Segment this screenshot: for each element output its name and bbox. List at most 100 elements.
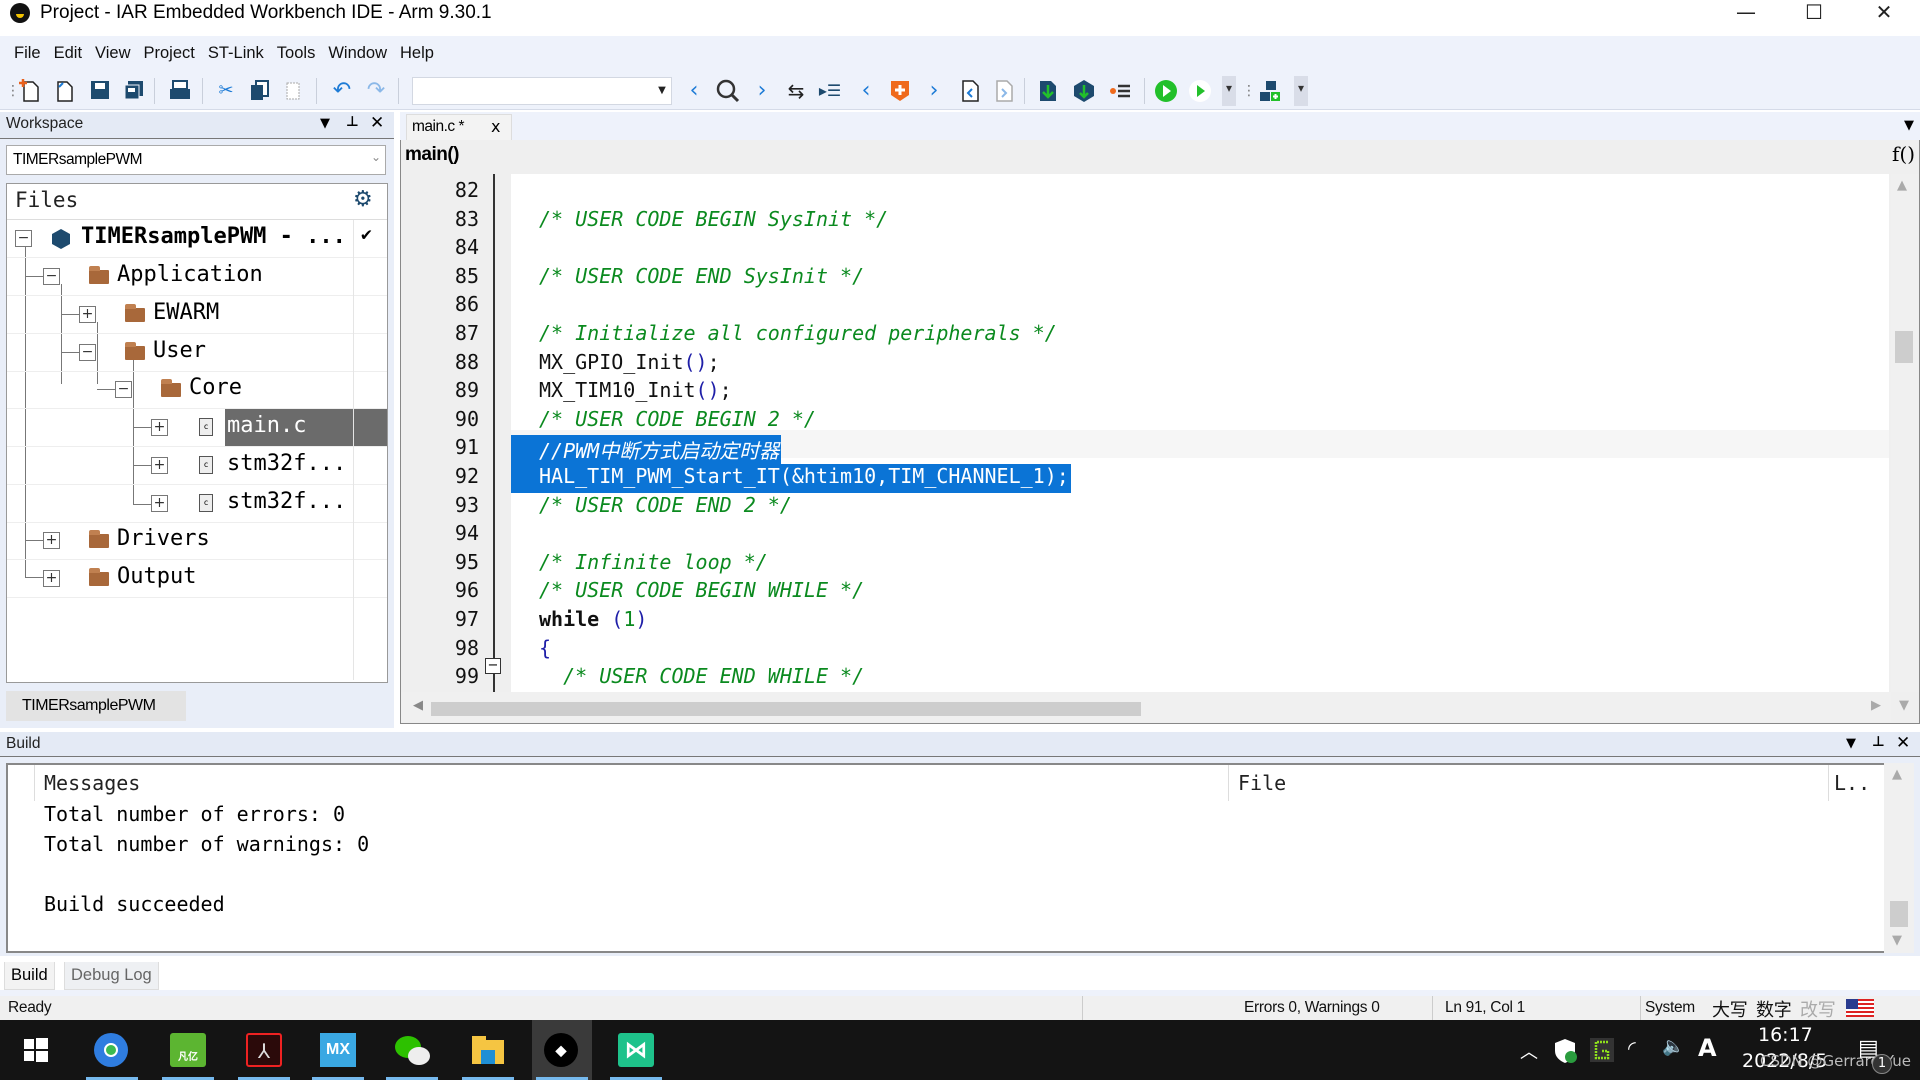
tree-item-ewarm[interactable]: + EWARM [7, 296, 387, 334]
run-without-debug-icon[interactable] [1188, 79, 1212, 103]
print-icon[interactable] [168, 79, 192, 103]
collapse-icon[interactable]: − [43, 268, 60, 285]
scroll-up-icon[interactable]: ▲ [1892, 767, 1902, 782]
scroll-left-icon[interactable]: ◀ [413, 698, 423, 713]
next-error-icon[interactable] [992, 79, 1016, 103]
taskbar-cubemx-launcher[interactable]: ⋈ [606, 1020, 666, 1080]
expand-icon[interactable]: + [43, 532, 60, 549]
collapse-icon[interactable]: − [115, 381, 132, 398]
expand-icon[interactable]: + [151, 419, 168, 436]
taskbar-wechat[interactable] [382, 1020, 442, 1080]
save-icon[interactable] [88, 79, 112, 103]
menu-file[interactable]: File [14, 44, 41, 63]
undo-icon[interactable]: ↶ [330, 79, 354, 103]
ime-indicator[interactable]: A [1698, 1034, 1717, 1062]
code-line[interactable]: /* USER CODE BEGIN 2 */ [539, 407, 816, 431]
pin-icon[interactable]: ⊥ [1872, 734, 1885, 750]
toolbar-grip-icon[interactable]: ⋮ [1242, 79, 1256, 103]
configuration-select[interactable]: TIMERsamplePWM ⌄ [6, 145, 386, 175]
messages-column-header[interactable]: Messages [44, 771, 140, 795]
scroll-down-icon[interactable]: ▼ [1899, 698, 1909, 713]
show-hidden-icons[interactable]: ︿ [1520, 1038, 1538, 1064]
menu-view[interactable]: View [95, 44, 130, 63]
taskbar-file-explorer[interactable] [458, 1020, 518, 1080]
swap-icon[interactable]: ⇆ [784, 79, 808, 103]
start-button[interactable] [6, 1020, 66, 1080]
pane-menu-icon[interactable]: ▼ [1846, 736, 1856, 751]
menu-edit[interactable]: Edit [54, 44, 82, 63]
code-line[interactable]: MX_GPIO_Init(); [539, 350, 720, 374]
code-area[interactable]: /* USER CODE BEGIN SysInit */ /* USER COD… [511, 174, 1889, 692]
collapse-icon[interactable]: − [15, 230, 32, 247]
redo-icon[interactable]: ↷ [364, 79, 388, 103]
tree-item-stm32f-2[interactable]: + c stm32f... [7, 485, 387, 523]
find-icon[interactable] [716, 79, 740, 103]
tree-item-application[interactable]: − Application [7, 258, 387, 296]
download-debug-icon[interactable] [1036, 79, 1060, 103]
menu-st-link[interactable]: ST-Link [208, 44, 264, 63]
security-shield-icon[interactable] [1554, 1038, 1578, 1064]
scroll-thumb[interactable] [1890, 901, 1908, 927]
code-line[interactable]: //PWM中断方式启动定时器 [511, 435, 782, 464]
find-combo-input[interactable]: ▼ [412, 77, 672, 105]
scroll-down-icon[interactable]: ▼ [1892, 933, 1902, 948]
tab-build[interactable]: Build [4, 962, 55, 990]
close-button[interactable]: ✕ [1854, 0, 1914, 26]
code-line[interactable]: /* USER CODE END 2 */ [539, 493, 792, 517]
fold-collapse-icon[interactable]: − [485, 658, 501, 674]
horizontal-scrollbar[interactable]: ◀ ▶ ▼ [401, 692, 1909, 722]
pin-icon[interactable]: ⊥ [346, 114, 359, 130]
close-pane-icon[interactable]: ✕ [370, 113, 384, 133]
pane-menu-icon[interactable]: ▼ [320, 116, 330, 131]
navigate-forward-icon[interactable]: › [750, 79, 774, 103]
cut-icon[interactable]: ✂ [214, 79, 238, 103]
expand-icon[interactable]: + [151, 495, 168, 512]
scroll-right-icon[interactable]: ▶ [1871, 698, 1881, 713]
settings-gear-icon[interactable]: ⚙ [353, 187, 373, 212]
toggle-breakpoint-icon[interactable] [888, 79, 912, 103]
code-line[interactable]: /* Initialize all configured peripherals… [539, 321, 1057, 345]
chevron-down-icon[interactable]: ▼ [655, 81, 669, 101]
code-line[interactable]: /* USER CODE BEGIN WHILE */ [539, 578, 864, 602]
code-line[interactable]: /* Infinite loop */ [539, 550, 768, 574]
tree-item-user[interactable]: − User [7, 334, 387, 372]
minimize-button[interactable]: — [1716, 0, 1776, 26]
save-all-icon[interactable] [122, 79, 146, 103]
previous-bookmark-icon[interactable]: ‹ [854, 79, 878, 103]
previous-error-icon[interactable] [958, 79, 982, 103]
tree-item-output[interactable]: + Output [7, 560, 387, 598]
code-line[interactable]: HAL_TIM_PWM_Start_IT(&htim10,TIM_CHANNEL… [511, 464, 1071, 493]
stop-build-icon[interactable] [1108, 79, 1132, 103]
volume-icon[interactable]: 🔈 [1662, 1036, 1684, 1057]
tree-item-core[interactable]: − Core [7, 371, 387, 409]
line-column-header[interactable]: L.. [1834, 771, 1870, 795]
code-line[interactable]: /* USER CODE END WHILE */ [539, 664, 864, 688]
menu-tools[interactable]: Tools [277, 44, 316, 63]
expand-icon[interactable]: + [151, 457, 168, 474]
taskbar-acrobat[interactable]: ⅄ [234, 1020, 294, 1080]
close-tab-icon[interactable]: x [491, 117, 500, 136]
vertical-scrollbar[interactable]: ▲ [1891, 174, 1919, 692]
tree-item-stm32f-1[interactable]: + c stm32f... [7, 447, 387, 485]
taskbar-fanyi[interactable]: 凡亿 [158, 1020, 218, 1080]
tab-main-c[interactable]: main.c * x [406, 114, 512, 140]
file-column-header[interactable]: File [1238, 771, 1286, 795]
scroll-up-icon[interactable]: ▲ [1897, 178, 1907, 193]
next-bookmark-icon[interactable]: › [922, 79, 946, 103]
wifi-icon[interactable]: ◜ [1628, 1036, 1636, 1060]
function-list-icon[interactable]: f() [1892, 142, 1915, 166]
scroll-thumb[interactable] [1895, 331, 1913, 363]
tree-item-drivers[interactable]: + Drivers [7, 522, 387, 560]
code-line[interactable]: { [539, 636, 551, 660]
code-line[interactable]: /* USER CODE END SysInit */ [539, 264, 864, 288]
taskbar-chrome[interactable] [82, 1020, 142, 1080]
toolbar-grip-icon[interactable]: ⋮ [6, 79, 20, 103]
menu-project[interactable]: Project [144, 44, 195, 63]
code-line[interactable]: MX_TIM10_Init(); [539, 378, 732, 402]
scroll-thumb[interactable] [431, 702, 1141, 716]
code-line[interactable]: /* USER CODE BEGIN SysInit */ [539, 207, 888, 231]
tree-item-main-c[interactable]: + c main.c [7, 409, 387, 447]
tree-item-project[interactable]: − TIMERsamplePWM - ... ✔ [7, 220, 387, 258]
toolbar-overflow-icon[interactable]: ▾ [1222, 76, 1236, 106]
navigate-back-icon[interactable]: ‹ [682, 79, 706, 103]
